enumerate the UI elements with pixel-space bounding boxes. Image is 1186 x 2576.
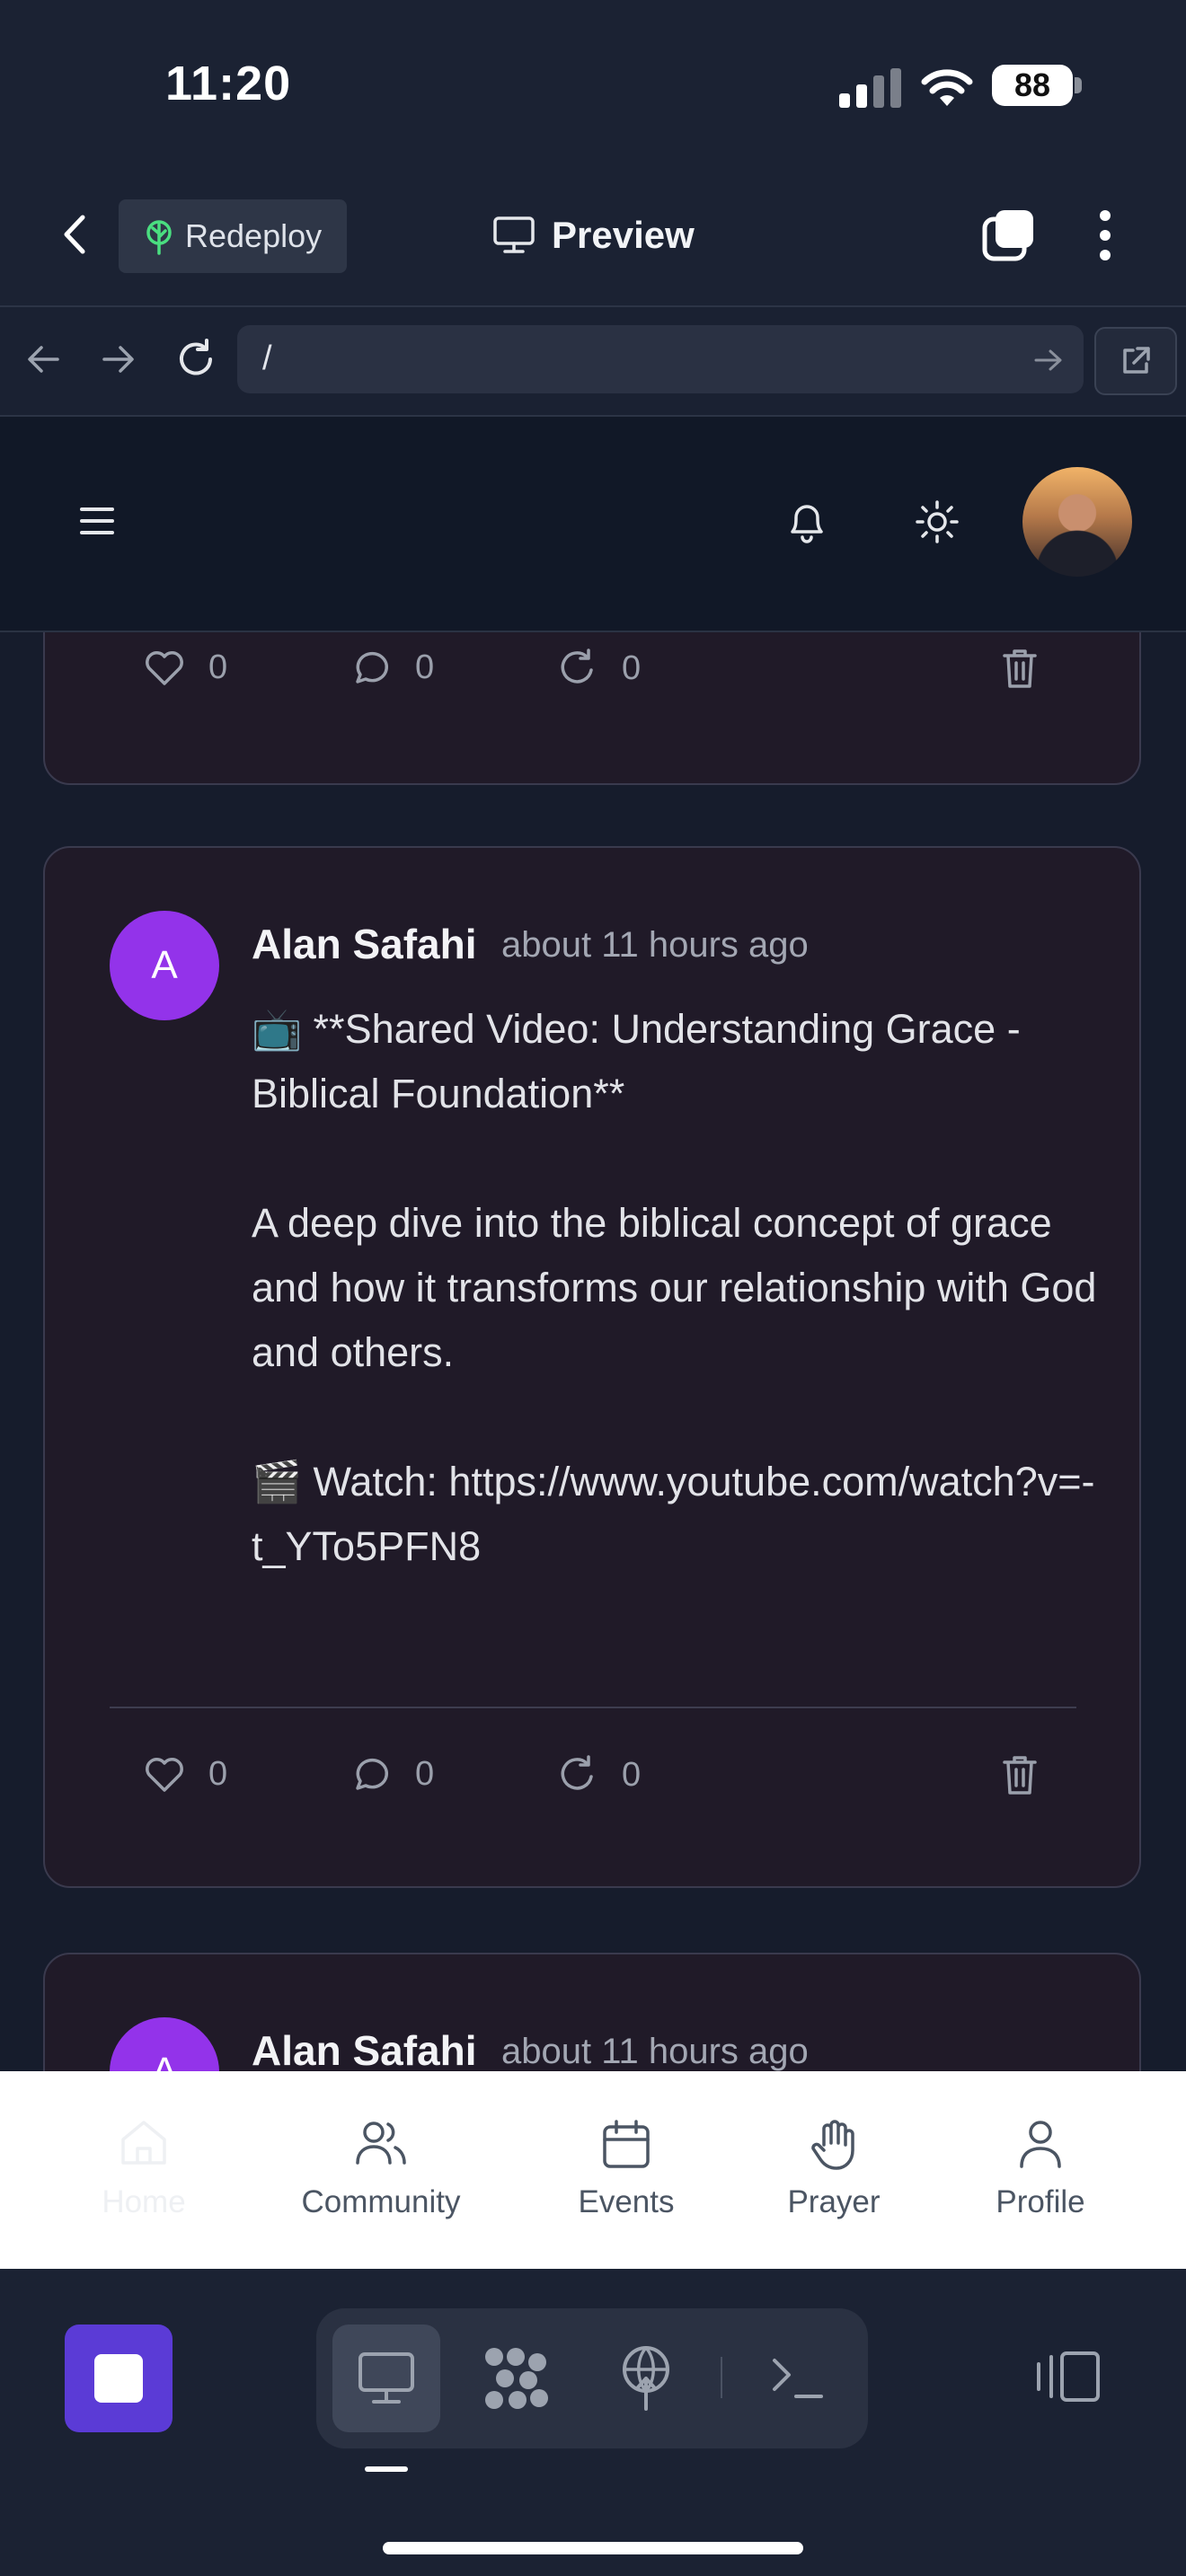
video-link[interactable]: Watch: https://www.youtube.com/watch?v=-… (252, 1459, 1095, 1569)
post-timestamp: about 11 hours ago (501, 2032, 809, 2071)
nav-prayer[interactable]: Prayer (744, 2071, 924, 2269)
author-avatar[interactable]: A (110, 2017, 219, 2071)
site-header (0, 417, 1186, 632)
post-title-line: 📺 **Shared Video: Understanding Grace - … (252, 1006, 1021, 1116)
comment-count: 0 (415, 1755, 435, 1793)
comment-button[interactable]: 0 (350, 648, 434, 687)
post-card: A Alan Safahi about 11 hours ago 📺 **Sha… (43, 846, 1141, 1888)
nav-back-icon[interactable] (25, 343, 61, 375)
like-count: 0 (208, 1755, 228, 1793)
theme-toggle-sun-icon[interactable] (915, 499, 960, 544)
post-description: A deep dive into the biblical concept of… (252, 1200, 1097, 1375)
monitor-icon (493, 216, 535, 253)
like-count: 0 (208, 648, 228, 686)
nav-prayer-label: Prayer (787, 2184, 881, 2219)
feed: 0 0 0 A Alan Safahi about 11 hours ago 📺… (0, 632, 1186, 2071)
user-icon (1020, 2121, 1061, 2168)
cellular-signal-icon (839, 68, 901, 108)
nodes-icon[interactable] (482, 2346, 550, 2411)
toolbar-separator (721, 2357, 722, 2398)
status-time: 11:20 (165, 57, 292, 110)
nav-home[interactable]: Home (54, 2071, 234, 2269)
url-text: / (262, 340, 272, 377)
author-avatar[interactable]: A (110, 911, 219, 1020)
author-name[interactable]: Alan Safahi (252, 920, 477, 968)
repost-icon (561, 648, 593, 684)
trash-icon[interactable] (1001, 647, 1039, 690)
trash-icon[interactable] (1001, 1753, 1039, 1796)
calendar-icon (603, 2120, 650, 2168)
wifi-icon (921, 69, 973, 106)
stop-icon (94, 2354, 143, 2403)
repost-button[interactable]: 0 (557, 648, 641, 688)
terminal-icon[interactable] (771, 2353, 825, 2402)
repost-button[interactable]: 0 (557, 1755, 641, 1795)
nav-home-label: Home (102, 2184, 186, 2219)
hand-icon (811, 2120, 854, 2170)
post-card: A Alan Safahi about 11 hours ago (43, 1953, 1141, 2071)
bell-icon[interactable] (785, 498, 828, 544)
nav-community-label: Community (301, 2184, 461, 2219)
deploy-globe-icon[interactable] (615, 2342, 677, 2411)
repost-count: 0 (622, 1755, 642, 1794)
go-arrow-icon[interactable] (1033, 347, 1064, 374)
open-external-button[interactable] (1094, 327, 1177, 395)
active-tool-indicator (365, 2466, 408, 2472)
repost-count: 0 (622, 648, 642, 687)
author-name[interactable]: Alan Safahi (252, 2026, 477, 2071)
redeploy-button[interactable]: Redeploy (119, 199, 347, 273)
post-body: 📺 **Shared Video: Understanding Grace - … (252, 997, 1114, 1579)
battery-indicator: 88 (992, 65, 1073, 106)
comment-button[interactable]: 0 (350, 1755, 434, 1794)
external-link-icon (1123, 347, 1150, 374)
user-avatar[interactable] (1022, 467, 1132, 577)
post-link-line: 🎬 Watch: https://www.youtube.com/watch?v… (252, 1450, 1114, 1579)
nav-forward-icon[interactable] (101, 343, 137, 375)
post-divider (110, 1707, 1076, 1708)
nav-community[interactable]: Community (273, 2071, 489, 2269)
heart-icon (146, 1757, 183, 1792)
home-icon (121, 2121, 166, 2165)
post-timestamp: about 11 hours ago (501, 925, 809, 965)
preview-tool-button[interactable] (332, 2325, 440, 2432)
url-input[interactable] (237, 325, 1084, 393)
comment-count: 0 (415, 648, 435, 686)
post-card: 0 0 0 (43, 632, 1141, 785)
heart-icon (146, 650, 183, 685)
monitor-icon (358, 2352, 414, 2404)
battery-cap (1075, 77, 1082, 93)
like-button[interactable]: 0 (144, 1755, 227, 1794)
nav-events-label: Events (578, 2184, 675, 2219)
tv-emoji-icon: 📺 (252, 1006, 303, 1052)
tabs-icon[interactable] (981, 207, 1037, 262)
stop-button[interactable] (65, 2325, 173, 2432)
nav-events[interactable]: Events (536, 2071, 716, 2269)
redeploy-label: Redeploy (185, 217, 323, 254)
nav-profile-label: Profile (996, 2184, 1085, 2219)
like-button[interactable]: 0 (144, 648, 227, 687)
reload-icon[interactable] (174, 338, 217, 381)
tree-icon (146, 220, 172, 255)
repost-icon (561, 1755, 593, 1790)
users-icon (356, 2122, 406, 2165)
split-view-icon[interactable] (1033, 2348, 1102, 2405)
comment-icon (356, 1758, 389, 1790)
preview-title[interactable]: Preview (552, 214, 695, 257)
back-chevron-icon[interactable] (58, 212, 93, 257)
home-indicator (383, 2542, 803, 2554)
clapper-emoji-icon: 🎬 (252, 1459, 303, 1504)
bottom-nav: Home Community Events Prayer Profile (0, 2071, 1186, 2269)
comment-icon (356, 651, 389, 684)
hamburger-menu-icon[interactable] (79, 505, 115, 537)
more-vertical-icon[interactable] (1096, 208, 1114, 262)
nav-profile[interactable]: Profile (951, 2071, 1130, 2269)
